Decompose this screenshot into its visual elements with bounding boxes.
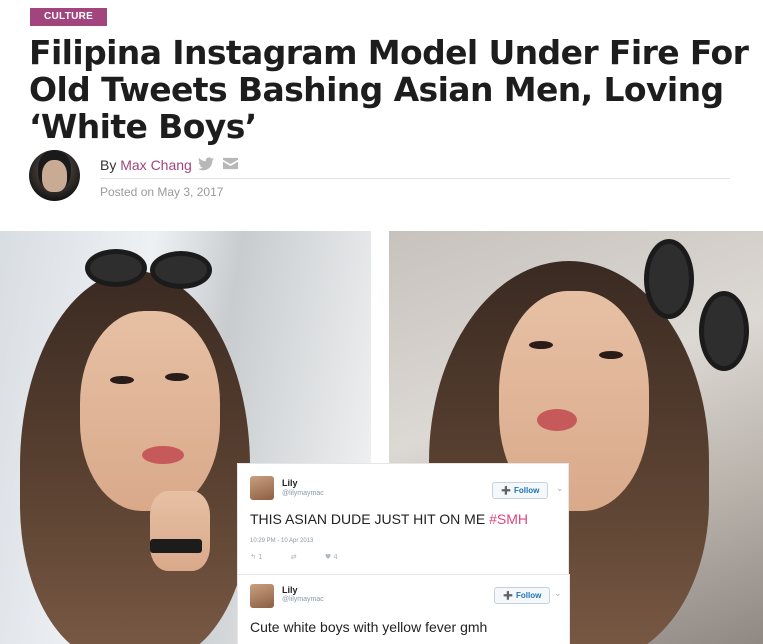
follow-label: Follow (515, 591, 542, 600)
follow-label: Follow (513, 486, 540, 495)
byline: By Max Chang (100, 157, 192, 173)
author-link[interactable]: Max Chang (120, 157, 192, 173)
email-icon[interactable] (223, 157, 239, 171)
follow-button[interactable]: ➕ Follow (492, 482, 549, 499)
tweet-author-name[interactable]: Lily (282, 478, 298, 488)
tweet-author-handle[interactable]: @lilymaymac (282, 596, 324, 603)
tweet-text: THIS ASIAN DUDE JUST HIT ON ME #SMH (250, 511, 528, 527)
byline-divider (100, 178, 730, 179)
article-headline: Filipina Instagram Model Under Fire For … (29, 33, 749, 146)
embedded-tweet[interactable]: Lily @lilymaymac ➕ Follow ⌄ THIS ASIAN DU… (238, 464, 568, 574)
hashtag-link[interactable]: #SMH (489, 511, 528, 527)
tweet-actions: ↰ 1 ⇄ ♥ 4 (250, 553, 364, 561)
reply-icon[interactable]: ↰ 1 (250, 553, 263, 561)
reply-count: 1 (258, 553, 263, 561)
retweet-icon[interactable]: ⇄ (291, 553, 297, 561)
embedded-tweet[interactable]: Lily @lilymaymac ➕ Follow ⌄ Cute white bo… (238, 575, 569, 644)
like-icon[interactable]: ♥ 4 (325, 553, 338, 561)
byline-prefix: By (100, 157, 117, 173)
tweet-avatar[interactable] (250, 476, 274, 500)
category-badge[interactable]: CULTURE (30, 8, 108, 26)
tweet-timestamp[interactable]: 10:29 PM - 10 Apr 2013 (250, 538, 313, 544)
post-date: Posted on May 3, 2017 (100, 185, 224, 199)
twitter-icon[interactable] (198, 157, 214, 171)
chevron-down-icon[interactable]: ⌄ (554, 589, 562, 599)
author-avatar[interactable] (29, 150, 80, 201)
tweet-avatar[interactable] (250, 584, 274, 608)
tweet-text-body: THIS ASIAN DUDE JUST HIT ON ME (250, 511, 490, 527)
tweet-author-name[interactable]: Lily (282, 585, 298, 595)
tweet-author-handle[interactable]: @lilymaymac (282, 490, 324, 497)
follow-button[interactable]: ➕ Follow (494, 587, 551, 604)
add-user-icon: ➕ (503, 591, 513, 600)
like-count: 4 (333, 553, 338, 561)
chevron-down-icon[interactable]: ⌄ (556, 484, 564, 494)
add-user-icon: ➕ (501, 486, 511, 495)
tweet-text: Cute white boys with yellow fever gmh (250, 619, 488, 635)
